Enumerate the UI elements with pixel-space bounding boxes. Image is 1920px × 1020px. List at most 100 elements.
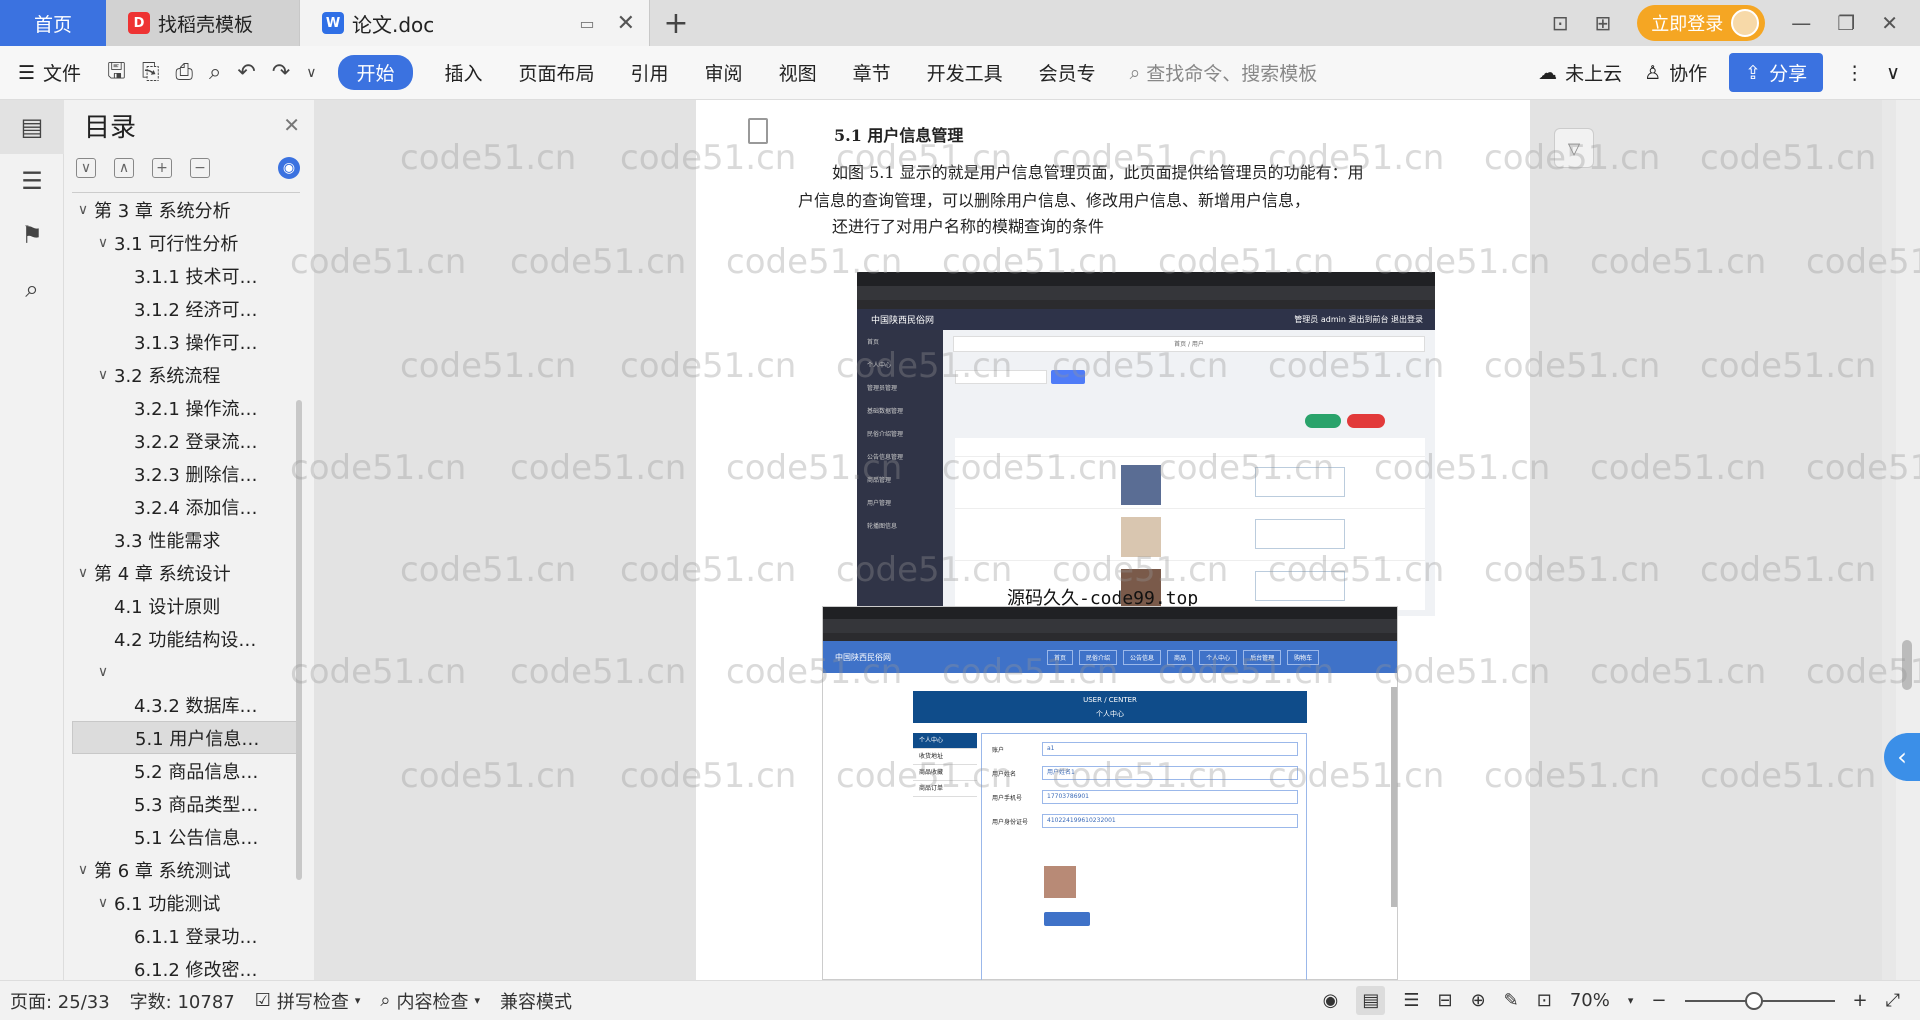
- close-icon[interactable]: ✕: [283, 113, 300, 137]
- zoom-slider[interactable]: [1684, 991, 1835, 1010]
- pen-icon[interactable]: ✎: [1504, 990, 1519, 1011]
- save-icon[interactable]: 🖫: [99, 54, 134, 92]
- reading-view-icon[interactable]: ⊟: [1437, 990, 1452, 1011]
- web-view-icon[interactable]: ⊕: [1471, 990, 1486, 1011]
- tab-view[interactable]: 视图: [761, 59, 835, 86]
- close-tab-icon[interactable]: ✕: [617, 11, 635, 36]
- tab-insert[interactable]: 插入: [427, 59, 501, 86]
- tab-references[interactable]: 引用: [613, 59, 687, 86]
- minimize-icon[interactable]: —: [1791, 11, 1811, 35]
- tab-developer[interactable]: 开发工具: [909, 59, 1021, 86]
- toc-item[interactable]: 3.2.3 删除信…: [72, 457, 300, 490]
- tab-start[interactable]: 开始: [338, 55, 413, 90]
- filter-icon[interactable]: ▽: [1554, 128, 1594, 168]
- page-indicator[interactable]: 页面: 25/33: [0, 988, 120, 1014]
- toc-item[interactable]: 3.2.2 登录流…: [72, 424, 300, 457]
- tab-page-layout[interactable]: 页面布局: [501, 59, 613, 86]
- print-icon[interactable]: ⎙: [167, 60, 201, 85]
- chevron-down-icon[interactable]: ∨: [92, 367, 114, 383]
- toc-item[interactable]: 3.1.1 技术可…: [72, 259, 300, 292]
- toc-item[interactable]: 5.1 公告信息…: [72, 820, 300, 853]
- export-icon[interactable]: ⎘: [134, 60, 168, 85]
- zoom-in-icon[interactable]: +: [1853, 990, 1868, 1011]
- toc-item[interactable]: 6.1.2 修改密…: [72, 952, 300, 981]
- toc-item[interactable]: 4.3.2 数据库…: [72, 688, 300, 721]
- toc-item[interactable]: ∨ 3.2 系统流程: [72, 358, 300, 391]
- toc-item[interactable]: 6.1.1 登录功…: [72, 919, 300, 952]
- toc-item[interactable]: ∨ 6.1 功能测试: [72, 886, 300, 919]
- undo-icon[interactable]: ↶: [229, 60, 263, 85]
- tab-review[interactable]: 审阅: [687, 59, 761, 86]
- file-menu[interactable]: ☰ 文件: [0, 59, 99, 86]
- bookmark-icon[interactable]: ⚑: [0, 208, 64, 262]
- close-window-icon[interactable]: ✕: [1881, 11, 1898, 35]
- doc-page-icon[interactable]: [748, 118, 768, 144]
- toc-item[interactable]: 3.1.2 经济可…: [72, 292, 300, 325]
- chevron-down-icon[interactable]: ∨: [72, 862, 94, 878]
- fit-page-icon[interactable]: ⊡: [1537, 990, 1552, 1011]
- cloud-status[interactable]: ☁ 未上云: [1538, 59, 1622, 86]
- preview-icon[interactable]: ⌕: [201, 60, 229, 85]
- tab-document[interactable]: W 论文.doc ▭ ✕: [300, 0, 650, 46]
- collapse-ribbon-icon[interactable]: ∨: [1886, 62, 1900, 84]
- layout-icon[interactable]: ⊡: [1552, 11, 1569, 35]
- new-tab-button[interactable]: +: [650, 0, 702, 46]
- outline-view-icon[interactable]: ☰: [1403, 990, 1419, 1011]
- toc-item[interactable]: 5.3 商品类型…: [72, 787, 300, 820]
- collapse-all-icon[interactable]: ∨: [76, 158, 96, 178]
- collab-button[interactable]: ♙ 协作: [1644, 59, 1707, 86]
- add-heading-icon[interactable]: +: [152, 158, 172, 178]
- chevron-down-icon[interactable]: ∨: [298, 65, 324, 81]
- home-tab[interactable]: 首页: [0, 0, 106, 46]
- zoom-level[interactable]: 70%: [1570, 990, 1610, 1011]
- tab-member[interactable]: 会员专: [1021, 59, 1114, 86]
- command-search[interactable]: ⌕ 查找命令、搜索模板: [1130, 59, 1318, 86]
- chevron-down-icon[interactable]: ∨: [92, 895, 114, 911]
- search-icon[interactable]: ⌕: [0, 262, 64, 316]
- tab-chapter[interactable]: 章节: [835, 59, 909, 86]
- chevron-down-icon[interactable]: ∨: [72, 202, 94, 218]
- ai-assistant-icon[interactable]: ◉: [278, 157, 300, 179]
- toc-scrollbar[interactable]: [296, 400, 302, 880]
- chevron-down-icon[interactable]: ∨: [92, 235, 114, 251]
- zoom-slider-knob[interactable]: [1744, 991, 1763, 1010]
- toc-item[interactable]: 3.1.3 操作可…: [72, 325, 300, 358]
- toc-item[interactable]: 4.2 功能结构设…: [72, 622, 300, 655]
- toc-item[interactable]: ∨: [72, 655, 300, 688]
- document-page[interactable]: 5.1 用户信息管理 如图 5.1 显示的就是用户信息管理页面，此页面提供给管理…: [696, 100, 1530, 980]
- login-button[interactable]: 立即登录: [1637, 5, 1766, 41]
- toc-item[interactable]: 5.1 用户信息…: [72, 721, 300, 754]
- chevron-down-icon[interactable]: ▾: [1628, 994, 1634, 1007]
- collapse-panel-icon[interactable]: ‹: [1884, 733, 1920, 781]
- spell-check-button[interactable]: ☑ 拼写检查 ▾: [245, 988, 371, 1014]
- scrollbar-thumb[interactable]: [1902, 640, 1912, 690]
- chapter-nav-icon[interactable]: ☰: [0, 154, 64, 208]
- toc-item[interactable]: 3.2.1 操作流…: [72, 391, 300, 424]
- word-count[interactable]: 字数: 10787: [120, 988, 245, 1014]
- content-check-button[interactable]: ⌕ 内容检查 ▾: [370, 988, 490, 1014]
- monitor-icon[interactable]: ▭: [579, 14, 594, 33]
- toc-item[interactable]: ∨ 第 3 章 系统分析: [72, 193, 300, 226]
- chevron-down-icon[interactable]: ∨: [72, 565, 94, 581]
- share-button[interactable]: ⇪ 分享: [1729, 53, 1824, 92]
- outline-icon[interactable]: ▤: [0, 100, 64, 154]
- toc-item[interactable]: ∨ 第 4 章 系统设计: [72, 556, 300, 589]
- tab-daoke-templates[interactable]: D 找稻壳模板: [106, 0, 300, 46]
- zoom-out-icon[interactable]: −: [1651, 990, 1666, 1011]
- toc-item[interactable]: 5.2 商品信息…: [72, 754, 300, 787]
- expand-up-icon[interactable]: ∧: [114, 158, 134, 178]
- toc-item[interactable]: ∨ 3.1 可行性分析: [72, 226, 300, 259]
- eye-protection-icon[interactable]: ◉: [1323, 990, 1339, 1011]
- more-icon[interactable]: ⋮: [1845, 62, 1864, 84]
- toc-item[interactable]: ∨ 第 6 章 系统测试: [72, 853, 300, 886]
- chevron-down-icon[interactable]: ∨: [92, 664, 114, 680]
- restore-icon[interactable]: ❐: [1837, 11, 1855, 35]
- fullscreen-icon[interactable]: ⤢: [1886, 990, 1900, 1011]
- remove-heading-icon[interactable]: −: [190, 158, 210, 178]
- toc-item[interactable]: 4.1 设计原则: [72, 589, 300, 622]
- grid-apps-icon[interactable]: ⊞: [1595, 11, 1612, 35]
- toc-item[interactable]: 3.3 性能需求: [72, 523, 300, 556]
- document-scrollbar[interactable]: [1896, 100, 1920, 980]
- page-view-icon[interactable]: ▤: [1356, 986, 1386, 1015]
- redo-icon[interactable]: ↷: [264, 60, 298, 85]
